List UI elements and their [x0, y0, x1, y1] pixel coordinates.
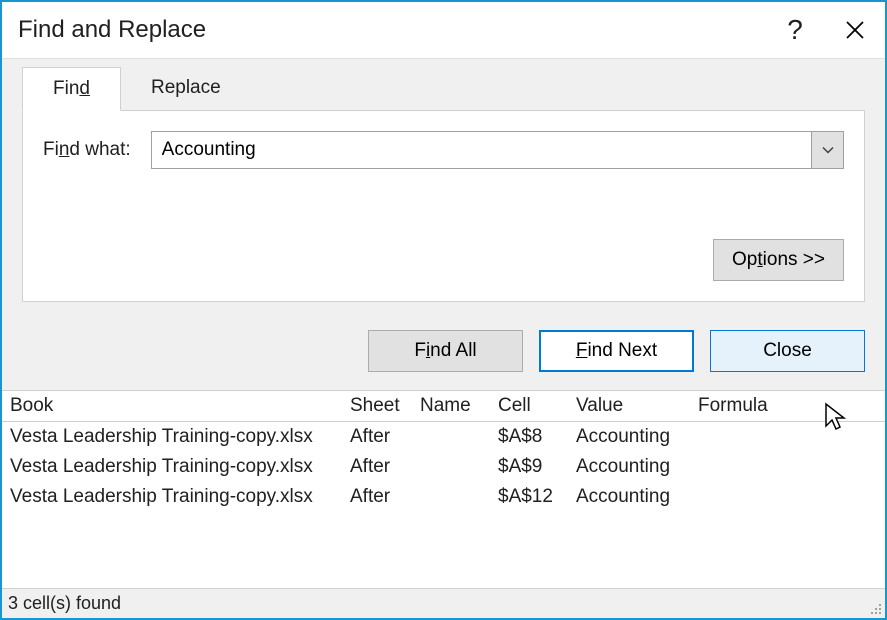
header-book[interactable]: Book: [10, 395, 350, 417]
help-button[interactable]: ?: [765, 2, 825, 58]
find-next-button[interactable]: Find Next: [539, 330, 694, 372]
resize-grip-icon[interactable]: [867, 600, 883, 616]
cell-cell: $A$9: [498, 456, 576, 478]
close-icon: [845, 20, 865, 40]
titlebar: Find and Replace ?: [2, 2, 885, 58]
header-formula[interactable]: Formula: [698, 395, 838, 417]
find-what-label: Find what:: [43, 139, 131, 161]
cell-name: [420, 426, 498, 448]
cell-sheet: After: [350, 426, 420, 448]
find-what-input-wrap: [151, 131, 844, 169]
cell-name: [420, 486, 498, 508]
cell-cell: $A$8: [498, 426, 576, 448]
table-row[interactable]: Vesta Leadership Training-copy.xlsx Afte…: [2, 452, 885, 482]
find-panel: Find what: Options >>: [22, 110, 865, 302]
cell-formula: [698, 426, 838, 448]
content-area: Find Replace Find what: Option: [2, 58, 885, 391]
tabs: Find Replace: [2, 59, 885, 110]
cell-book: Vesta Leadership Training-copy.xlsx: [10, 426, 350, 448]
cell-value: Accounting: [576, 456, 698, 478]
help-icon: ?: [787, 14, 803, 46]
header-value[interactable]: Value: [576, 395, 698, 417]
cell-value: Accounting: [576, 486, 698, 508]
cell-book: Vesta Leadership Training-copy.xlsx: [10, 456, 350, 478]
cell-name: [420, 456, 498, 478]
cell-value: Accounting: [576, 426, 698, 448]
cell-sheet: After: [350, 486, 420, 508]
cell-sheet: After: [350, 456, 420, 478]
cell-cell: $A$12: [498, 486, 576, 508]
find-what-row: Find what:: [43, 131, 844, 169]
find-all-button[interactable]: Find All: [368, 330, 523, 372]
status-text: 3 cell(s) found: [8, 593, 121, 614]
table-row[interactable]: Vesta Leadership Training-copy.xlsx Afte…: [2, 422, 885, 452]
action-buttons: Find All Find Next Close: [2, 320, 885, 390]
tab-find[interactable]: Find: [22, 67, 121, 111]
find-what-dropdown-button[interactable]: [811, 132, 843, 168]
find-replace-dialog: Find and Replace ? Find Replace: [0, 0, 887, 620]
cell-formula: [698, 456, 838, 478]
dialog-title: Find and Replace: [18, 16, 206, 44]
options-button[interactable]: Options >>: [713, 239, 844, 281]
close-window-button[interactable]: [825, 2, 885, 58]
table-row[interactable]: Vesta Leadership Training-copy.xlsx Afte…: [2, 482, 885, 512]
find-what-input[interactable]: [152, 132, 811, 168]
close-button[interactable]: Close: [710, 330, 865, 372]
table-header: Book Sheet Name Cell Value Formula: [2, 391, 885, 422]
tab-replace[interactable]: Replace: [121, 67, 251, 110]
cell-book: Vesta Leadership Training-copy.xlsx: [10, 486, 350, 508]
statusbar: 3 cell(s) found: [2, 588, 885, 618]
titlebar-controls: ?: [765, 2, 885, 58]
results-table[interactable]: Book Sheet Name Cell Value Formula Vesta…: [2, 391, 885, 588]
header-sheet[interactable]: Sheet: [350, 395, 420, 417]
cell-formula: [698, 486, 838, 508]
header-cell[interactable]: Cell: [498, 395, 576, 417]
options-row: Options >>: [43, 239, 844, 281]
chevron-down-icon: [822, 146, 834, 154]
header-name[interactable]: Name: [420, 395, 498, 417]
